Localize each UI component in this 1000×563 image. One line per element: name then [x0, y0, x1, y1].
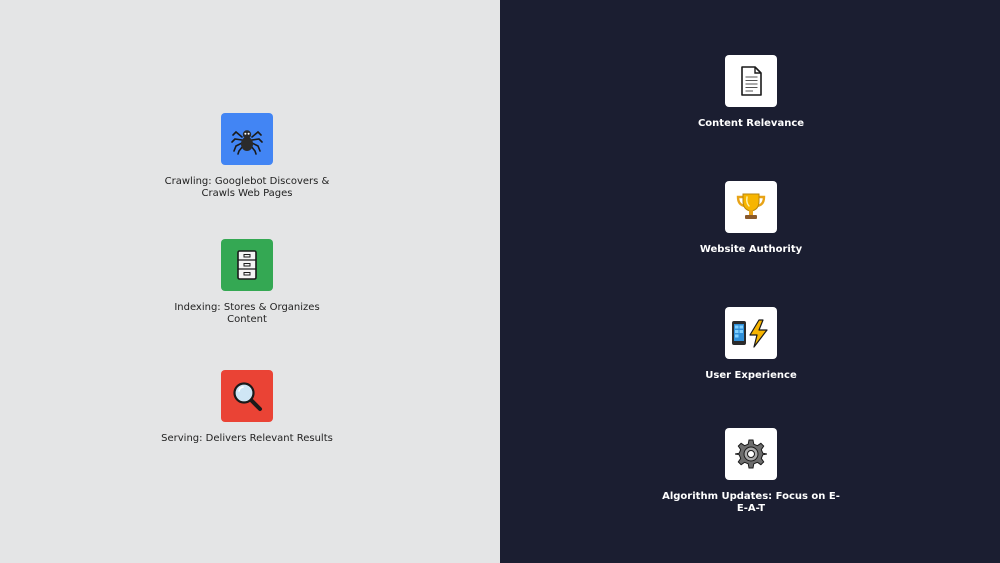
- factor-content-relevance: Content Relevance: [661, 55, 841, 130]
- step-label: Indexing: Stores & Organizes Content: [174, 302, 320, 325]
- step-serving: Serving: Delivers Relevant Results: [157, 370, 337, 445]
- factor-algorithm-updates: Algorithm Updates: Focus on E-E-A-T: [661, 428, 841, 515]
- step-indexing: Indexing: Stores & Organizes Content: [157, 239, 337, 326]
- mobile-lightning-icon: [725, 307, 777, 359]
- step-label: Crawling: Googlebot Discovers & Crawls W…: [164, 176, 330, 199]
- ranking-factors-panel: Content Relevance Website Authority User…: [500, 0, 1000, 563]
- document-icon: [725, 55, 777, 107]
- gear-icon: [725, 428, 777, 480]
- spider-icon: [221, 113, 273, 165]
- factor-label: Website Authority: [699, 244, 803, 255]
- step-crawling: Crawling: Googlebot Discovers & Crawls W…: [157, 113, 337, 200]
- factor-label: Content Relevance: [697, 118, 805, 129]
- filing-cabinet-icon: [221, 239, 273, 291]
- factor-user-experience: User Experience: [661, 307, 841, 382]
- magnifying-glass-icon: [221, 370, 273, 422]
- factor-website-authority: Website Authority: [661, 181, 841, 256]
- factor-label: User Experience: [705, 370, 797, 381]
- page: Crawling: Googlebot Discovers & Crawls W…: [0, 0, 1000, 563]
- search-process-panel: Crawling: Googlebot Discovers & Crawls W…: [0, 0, 500, 563]
- trophy-icon: [725, 181, 777, 233]
- step-label: Serving: Delivers Relevant Results: [161, 433, 333, 444]
- factor-label: Algorithm Updates: Focus on E-E-A-T: [662, 491, 840, 514]
